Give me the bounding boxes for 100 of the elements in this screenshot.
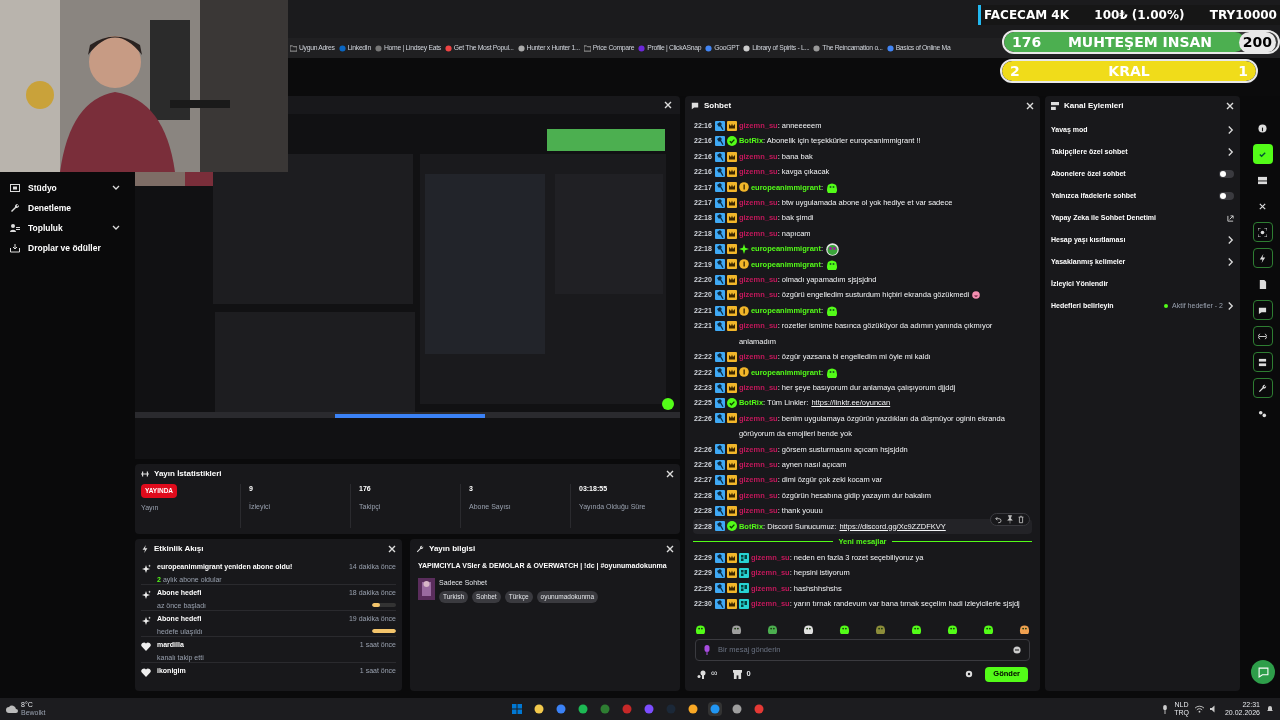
chevron-right-icon (1227, 301, 1234, 311)
toolbar-button[interactable] (1252, 352, 1273, 372)
close-button[interactable] (666, 470, 674, 478)
toolbar-button[interactable] (1252, 326, 1273, 346)
hammer-badge-icon (714, 228, 725, 239)
emote-button[interactable] (839, 624, 850, 635)
goal-label: KRAL (1108, 61, 1150, 81)
wifi-icon (1194, 705, 1204, 713)
close-button[interactable] (1026, 102, 1034, 110)
hammer-badge-icon (714, 505, 725, 516)
grid-badge-icon (738, 598, 749, 609)
emote-icon (803, 624, 814, 635)
crown-badge-icon (726, 182, 737, 193)
hammer-badge-icon (714, 351, 725, 362)
hammer-badge-icon (714, 367, 725, 378)
site-icon (743, 44, 751, 52)
sparkle-badge-icon (738, 243, 749, 254)
crown-badge-icon (726, 259, 737, 270)
people-icon (10, 223, 20, 233)
message-action-button[interactable] (1017, 514, 1025, 524)
emote-button[interactable] (911, 624, 922, 635)
toggle-switch[interactable] (1219, 170, 1234, 178)
sidebar-item[interactable]: Stüdyo (0, 180, 130, 196)
hammer-badge-icon (714, 444, 725, 455)
bolt-icon (1258, 253, 1267, 263)
app-icon (754, 704, 764, 714)
crown-badge-icon (726, 568, 737, 579)
crown-badge-icon (726, 475, 737, 486)
chevron-right-icon (1227, 257, 1234, 267)
emote-button[interactable] (695, 624, 706, 635)
hammer-badge-icon (714, 583, 725, 594)
info-icon (1258, 123, 1267, 133)
sidebar-item[interactable]: Denetleme (0, 200, 130, 216)
sidebar-item[interactable]: Droplar ve ödüller (0, 240, 130, 256)
sidebar-item[interactable]: Topluluk (0, 220, 130, 236)
app-icon (622, 704, 632, 714)
status-dot-icon (1164, 304, 1169, 308)
chat-button[interactable] (1251, 660, 1275, 684)
emote-icon (695, 624, 706, 635)
crown-badge-icon (726, 120, 737, 131)
emote-icon (839, 624, 850, 635)
wrench-icon (416, 545, 424, 553)
close-button[interactable] (666, 545, 674, 553)
emote-button[interactable] (1019, 624, 1030, 635)
toolbar-button[interactable] (1252, 144, 1273, 164)
bell-icon (1266, 705, 1274, 713)
message-action-button[interactable] (995, 514, 1003, 524)
crown-badge-icon (726, 583, 737, 594)
close-button[interactable] (388, 545, 396, 553)
hammer-badge-icon (714, 213, 725, 224)
toolbar-button[interactable] (1252, 300, 1273, 320)
points-icon (697, 669, 707, 679)
settings-button[interactable] (965, 670, 974, 678)
goal-target: TRY10000 (1209, 7, 1277, 24)
link-icon (1258, 331, 1267, 341)
emote-button[interactable] (947, 624, 958, 635)
crown-badge-icon (726, 151, 737, 162)
emote-button[interactable] (803, 624, 814, 635)
close-button[interactable] (1226, 102, 1234, 110)
taskbar-app-button[interactable] (576, 702, 590, 716)
toolbar-button[interactable] (1252, 222, 1273, 242)
panel-title: Etkinlik Akışı (154, 543, 205, 555)
layout-icon (1258, 175, 1267, 185)
dumbbell-icon (141, 470, 149, 478)
document-icon (1258, 279, 1267, 289)
crown-badge-icon (726, 444, 737, 455)
emote-button[interactable] (731, 624, 742, 635)
close-icon (1026, 102, 1034, 110)
hammer-badge-icon (714, 568, 725, 579)
taskbar-app-button[interactable] (686, 702, 700, 716)
hammer-badge-icon (714, 320, 725, 331)
taskbar-app-button[interactable] (708, 702, 722, 716)
taskbar-app-button[interactable] (554, 702, 568, 716)
close-icon (1226, 102, 1234, 110)
heart-icon (141, 642, 151, 651)
emote-button[interactable] (767, 624, 778, 635)
verified-badge-icon (726, 521, 737, 532)
toolbar-button[interactable] (1252, 378, 1273, 398)
toolbar-button[interactable] (1252, 248, 1273, 268)
emote-icon (767, 624, 778, 635)
check-icon (1258, 149, 1267, 159)
sparkle-icon (141, 564, 151, 574)
toggle-switch[interactable] (1219, 192, 1234, 200)
close-button[interactable] (664, 101, 672, 109)
hammer-badge-icon (714, 136, 725, 147)
emote-icon (731, 624, 742, 635)
panel-title: Yayın bilgisi (429, 543, 477, 555)
hammer-badge-icon (714, 490, 725, 501)
emote-icon (1019, 624, 1030, 635)
hammer-badge-icon (714, 413, 725, 424)
taskbar-app-button[interactable] (532, 702, 546, 716)
message-action-button[interactable] (1006, 514, 1014, 524)
emote-button[interactable] (983, 624, 994, 635)
taskbar-app-button[interactable] (730, 702, 744, 716)
panel-title: Kanal Eylemleri (1064, 100, 1125, 112)
external-link-icon (1227, 214, 1234, 222)
crown-badge-icon (726, 505, 737, 516)
close-icon (388, 545, 396, 553)
wrench-icon (1258, 383, 1267, 393)
emoji-icon (1013, 646, 1021, 654)
